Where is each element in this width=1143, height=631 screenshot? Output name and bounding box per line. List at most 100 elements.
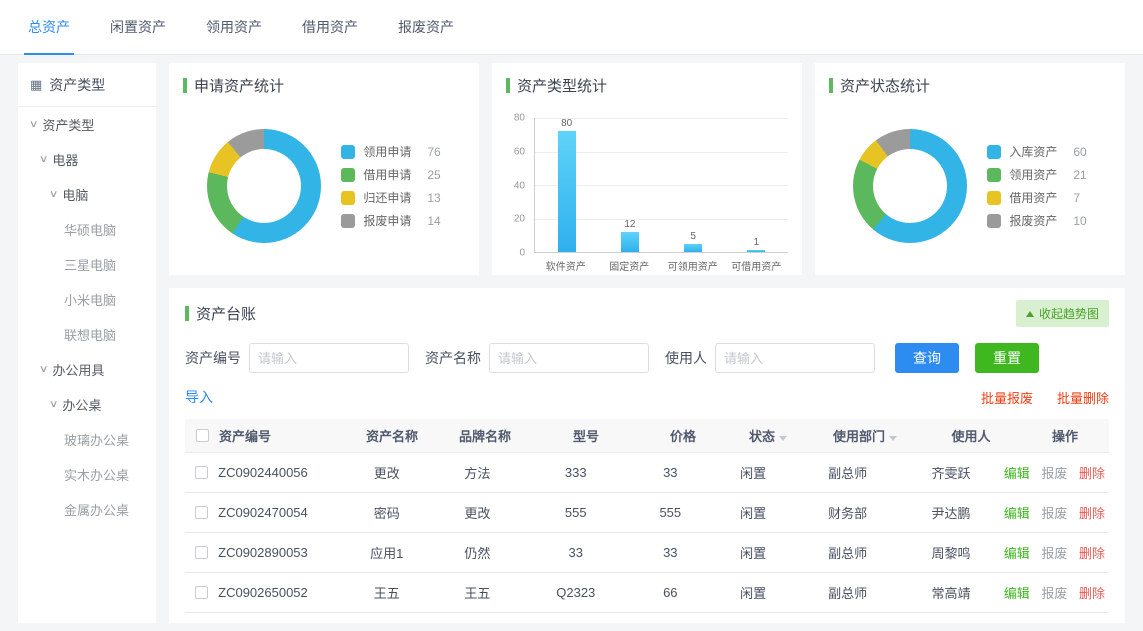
section-title-text: 资产状态统计	[840, 75, 930, 96]
tab-borrowed-assets[interactable]: 借用资产	[282, 0, 378, 54]
tree-node[interactable]: 华硕电脑	[18, 212, 156, 247]
legend-item[interactable]: 领用资产21	[987, 163, 1086, 186]
col-header-user: 使用人	[921, 426, 1021, 445]
legend-label: 报废申请	[363, 212, 419, 229]
section-marker	[829, 78, 833, 93]
legend-label: 归还申请	[363, 189, 419, 206]
bars-plot-area: 801251	[534, 118, 788, 253]
cell-code: ZC0902890053	[218, 545, 343, 560]
tree-node[interactable]: 金属办公桌	[18, 492, 156, 527]
tree-node[interactable]: ∨电器	[18, 142, 156, 177]
table-row: ZC0902650052 王五 王五 Q2323 66 闲置 副总师 常高靖 编…	[185, 573, 1109, 613]
tab-total-assets[interactable]: 总资产	[8, 0, 90, 54]
edit-link[interactable]: 编辑	[1004, 586, 1030, 601]
filter-icon[interactable]	[779, 436, 787, 441]
legend-value: 13	[427, 191, 440, 205]
legend-item[interactable]: 报废资产10	[987, 209, 1086, 232]
tree-node[interactable]: 小米电脑	[18, 282, 156, 317]
tree-node[interactable]: ∨办公用具	[18, 352, 156, 387]
batch-scrap-link[interactable]: 批量报废	[981, 388, 1033, 407]
section-title-text: 申请资产统计	[194, 75, 284, 96]
status-stats-legend: 入库资产60 领用资产21 借用资产 7 报废资产10	[987, 140, 1086, 232]
asset-name-input[interactable]	[489, 343, 649, 373]
asset-type-icon: ▦	[30, 78, 42, 91]
apply-stats-legend: 领用申请76 借用申请25 归还申请 13 报废申请 14	[341, 140, 440, 232]
tree-node-label: 玻璃办公桌	[64, 430, 129, 449]
asset-code-input[interactable]	[249, 343, 409, 373]
legend-item[interactable]: 报废申请 14	[341, 209, 440, 232]
legend-item[interactable]: 领用申请76	[341, 140, 440, 163]
legend-item[interactable]: 借用资产 7	[987, 186, 1086, 209]
legend-value: 7	[1073, 191, 1080, 205]
bar-category-label: 软件资产	[534, 258, 598, 273]
tree-node[interactable]: 玻璃办公桌	[18, 422, 156, 457]
table-row: ZC0902890053 应用1 仍然 33 33 闲置 副总师 周黎鸣 编辑 …	[185, 533, 1109, 573]
scrap-link[interactable]: 报废	[1041, 506, 1067, 521]
tab-scrapped-assets[interactable]: 报废资产	[378, 0, 474, 54]
sidebar-header: ▦ 资产类型	[18, 63, 156, 107]
select-all-checkbox[interactable]	[196, 429, 209, 442]
edit-link[interactable]: 编辑	[1004, 466, 1030, 481]
bar-category-label: 可借用资产	[725, 258, 789, 273]
apply-stats-card: 申请资产统计 领用申请76 借用申请25 归还申请 13 报废申请 14	[169, 63, 479, 275]
col-header-name: 资产名称	[347, 426, 437, 445]
bar-value-label: 1	[754, 237, 760, 248]
col-header-code: 资产编号	[219, 426, 347, 445]
cell-brand: 仍然	[431, 543, 525, 562]
cell-user: 周黎鸣	[902, 543, 999, 562]
bar-value-label: 5	[690, 231, 696, 242]
legend-swatch	[987, 214, 1001, 228]
y-axis: 020406080	[506, 118, 530, 253]
legend-label: 借用资产	[1009, 189, 1065, 206]
bar-value-label: 80	[561, 118, 572, 129]
row-checkbox[interactable]	[195, 466, 208, 479]
tab-claimed-assets[interactable]: 领用资产	[186, 0, 282, 54]
table-row: ZC0902470054 密码 更改 555 555 闲置 财务部 尹达鹏 编辑…	[185, 493, 1109, 533]
batch-delete-link[interactable]: 批量删除	[1057, 388, 1109, 407]
scrap-link[interactable]: 报废	[1041, 586, 1067, 601]
row-checkbox[interactable]	[195, 506, 208, 519]
scrap-link[interactable]: 报废	[1041, 546, 1067, 561]
cell-code: ZC0902650052	[218, 585, 343, 600]
row-checkbox[interactable]	[195, 586, 208, 599]
legend-item[interactable]: 入库资产60	[987, 140, 1086, 163]
delete-link[interactable]: 删除	[1079, 586, 1105, 601]
cell-price: 33	[627, 465, 713, 480]
tree-node-label: 联想电脑	[64, 325, 116, 344]
row-checkbox[interactable]	[195, 546, 208, 559]
asset-user-input[interactable]	[715, 343, 875, 373]
bar: 80	[535, 118, 598, 252]
tree-node[interactable]: ∨资产类型	[18, 107, 156, 142]
legend-label: 借用申请	[363, 166, 419, 183]
collapse-trend-button[interactable]: 收起趋势图	[1016, 300, 1109, 327]
donut-hole	[873, 149, 947, 223]
y-tick-label: 60	[514, 146, 525, 157]
tree-node[interactable]: 三星电脑	[18, 247, 156, 282]
bar-category-label: 固定资产	[598, 258, 662, 273]
tab-idle-assets[interactable]: 闲置资产	[90, 0, 186, 54]
legend-item[interactable]: 归还申请 13	[341, 186, 440, 209]
edit-link[interactable]: 编辑	[1004, 506, 1030, 521]
delete-link[interactable]: 删除	[1079, 466, 1105, 481]
edit-link[interactable]: 编辑	[1004, 546, 1030, 561]
tree-node[interactable]: ∨办公桌	[18, 387, 156, 422]
search-button[interactable]: 查询	[895, 343, 959, 373]
delete-link[interactable]: 删除	[1079, 546, 1105, 561]
tree-node[interactable]: 联想电脑	[18, 317, 156, 352]
filter-icon[interactable]	[889, 436, 897, 441]
reset-button[interactable]: 重置	[975, 343, 1039, 373]
tree-node[interactable]: ∨电脑	[18, 177, 156, 212]
tree-node[interactable]: 实木办公桌	[18, 457, 156, 492]
status-stats-title: 资产状态统计	[829, 75, 1111, 96]
legend-value: 14	[427, 214, 440, 228]
import-link[interactable]: 导入	[185, 387, 213, 407]
asset-ledger-panel: 资产台账 收起趋势图 资产编号 资产名称 使用人	[169, 288, 1125, 623]
legend-item[interactable]: 借用申请25	[341, 163, 440, 186]
legend-label: 报废资产	[1009, 212, 1065, 229]
legend-swatch	[341, 168, 355, 182]
y-tick-label: 20	[514, 214, 525, 225]
status-stats-card: 资产状态统计 入库资产60 领用资产21 借用资产 7 报废资产10	[815, 63, 1125, 275]
cell-name: 应用1	[343, 543, 431, 562]
delete-link[interactable]: 删除	[1079, 506, 1105, 521]
scrap-link[interactable]: 报废	[1041, 466, 1067, 481]
